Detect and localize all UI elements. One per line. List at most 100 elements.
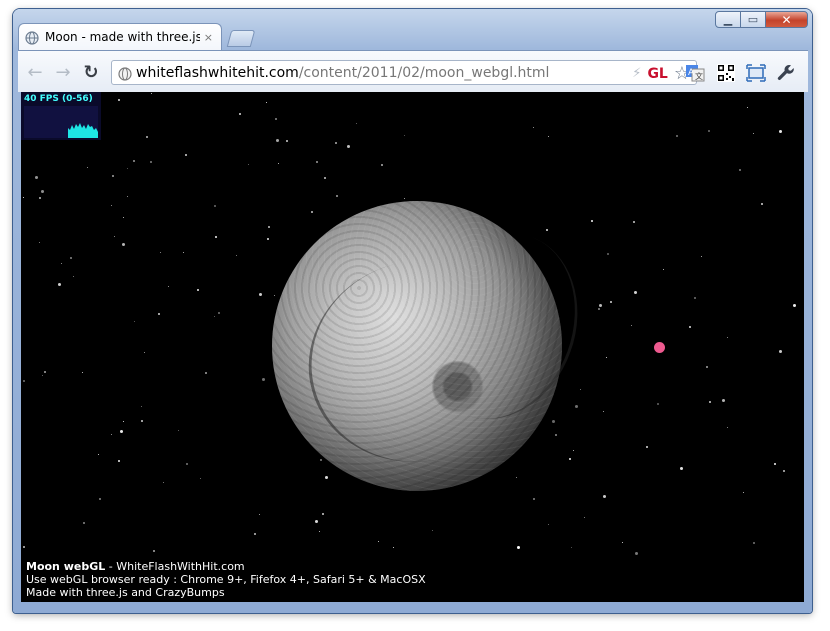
star — [183, 252, 184, 253]
gl-badge-icon[interactable]: GL — [647, 66, 667, 82]
new-tab-button[interactable] — [226, 30, 256, 47]
star — [87, 167, 88, 168]
star — [82, 372, 83, 373]
star — [546, 229, 548, 231]
star — [657, 403, 659, 405]
star — [676, 135, 678, 137]
tab-title: Moon - made with three.js — [45, 30, 200, 44]
star — [111, 434, 112, 435]
star — [739, 169, 741, 171]
star — [663, 269, 664, 270]
star — [722, 399, 725, 402]
star — [39, 197, 41, 199]
star — [153, 550, 155, 552]
star — [315, 520, 318, 523]
star — [727, 337, 728, 338]
star — [378, 541, 379, 542]
star — [118, 460, 120, 462]
back-button[interactable]: ← — [25, 62, 45, 83]
star — [552, 420, 555, 423]
star — [58, 283, 61, 286]
star — [646, 446, 648, 448]
star — [200, 478, 201, 479]
minimize-button[interactable]: ▁ — [715, 11, 741, 28]
star — [555, 434, 557, 436]
star — [633, 221, 635, 223]
star — [275, 118, 277, 120]
svg-text:A: A — [688, 68, 695, 78]
star — [573, 450, 574, 451]
star — [158, 313, 160, 315]
star — [319, 531, 320, 532]
star — [610, 301, 612, 303]
star — [603, 495, 606, 498]
fullscreen-icon[interactable] — [745, 62, 767, 84]
fps-stats-panel: 40 FPS (0-56) — [21, 92, 101, 140]
star — [599, 304, 602, 307]
star — [793, 304, 796, 307]
star — [150, 161, 152, 163]
star — [239, 113, 241, 115]
star — [185, 154, 187, 156]
star — [316, 161, 318, 163]
forward-button[interactable]: → — [53, 62, 73, 83]
star — [694, 297, 696, 299]
info-title: Moon webGL — [26, 560, 106, 573]
star — [533, 498, 535, 500]
star — [603, 411, 604, 412]
star — [324, 177, 326, 179]
star — [197, 289, 199, 291]
close-window-button[interactable]: ✕ — [765, 11, 808, 28]
star — [311, 211, 313, 213]
star — [516, 477, 517, 478]
star — [151, 93, 152, 94]
browser-toolbar: ← → ↻ whiteflashwhitehit.com/content/201… — [18, 50, 808, 92]
star — [127, 196, 128, 197]
info-line-1: Moon webGL - WhiteFlashWithHit.com — [26, 560, 426, 573]
star — [569, 458, 571, 460]
star — [146, 136, 148, 138]
reload-button[interactable]: ↻ — [81, 62, 101, 83]
star — [98, 454, 99, 455]
star — [168, 286, 169, 287]
star — [41, 190, 44, 193]
star — [286, 140, 288, 142]
star — [259, 514, 260, 515]
star — [761, 203, 763, 205]
star — [571, 547, 572, 548]
star — [743, 492, 744, 493]
star — [631, 325, 632, 326]
fps-graph — [24, 106, 98, 138]
star — [215, 236, 217, 238]
star — [122, 243, 125, 246]
star — [61, 263, 62, 264]
star — [134, 321, 135, 322]
star — [112, 175, 114, 177]
tab-moon[interactable]: Moon - made with three.js × — [18, 23, 222, 50]
star — [779, 130, 782, 133]
address-bar[interactable]: whiteflashwhitehit.com/content/2011/02/m… — [111, 60, 697, 85]
star — [635, 552, 638, 555]
maximize-button[interactable]: ▭ — [740, 11, 766, 28]
tab-close-icon[interactable]: × — [204, 31, 213, 44]
star — [575, 405, 578, 408]
star — [214, 316, 215, 317]
star — [266, 102, 267, 103]
wrench-icon[interactable] — [775, 62, 797, 84]
star — [783, 470, 785, 472]
lightning-icon[interactable]: ⚡ — [632, 66, 641, 81]
translate-icon[interactable]: A文 — [684, 62, 706, 84]
star — [701, 256, 702, 257]
star — [607, 253, 609, 255]
webgl-canvas[interactable]: 40 FPS (0-56) Moon webGL - WhiteFlashWit… — [21, 92, 804, 602]
star — [347, 145, 350, 148]
star — [517, 546, 520, 549]
star — [259, 293, 262, 296]
globe-icon — [25, 30, 39, 45]
star — [335, 142, 337, 144]
star — [127, 168, 128, 169]
qr-code-icon[interactable] — [715, 62, 737, 84]
star — [42, 375, 43, 376]
star — [141, 406, 142, 407]
star — [606, 357, 607, 358]
